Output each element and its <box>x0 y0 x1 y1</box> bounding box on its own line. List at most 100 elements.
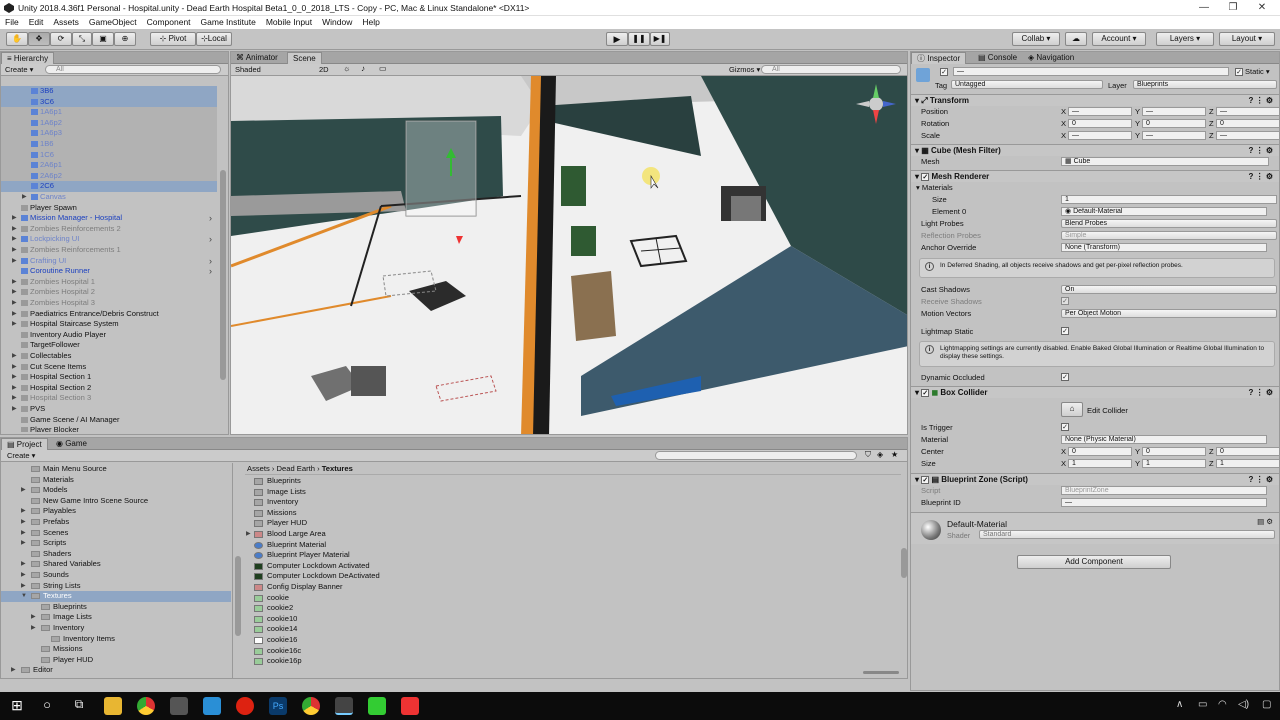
expand-arrow-icon[interactable]: ▶ <box>12 256 17 266</box>
mode-2d-button[interactable]: 2D <box>319 65 329 74</box>
project-file-item[interactable]: Player HUD <box>245 518 885 529</box>
files-scrollbar[interactable] <box>901 548 907 578</box>
expand-arrow-icon[interactable]: ▶ <box>21 581 26 591</box>
expand-arrow-icon[interactable]: ▶ <box>12 224 17 234</box>
menu-component[interactable]: Component <box>142 16 196 27</box>
object-name-field[interactable]: — <box>953 67 1229 76</box>
filter-type-icon[interactable]: ⛉ <box>865 450 871 460</box>
expand-arrow-icon[interactable]: ▶ <box>12 277 17 287</box>
pivot-toggle[interactable]: ⊹ Pivot <box>150 32 196 46</box>
hierarchy-item[interactable]: ▶ Hospital Section 3 <box>1 393 217 404</box>
project-folder-item[interactable]: Inventory Items <box>1 634 231 645</box>
scale-x-field[interactable]: — <box>1068 131 1132 140</box>
breadcrumb-textures[interactable]: Textures <box>322 464 353 473</box>
expand-arrow-icon[interactable]: ▶ <box>21 538 26 548</box>
hierarchy-item[interactable]: ▶ Hospital Staircase System <box>1 319 217 330</box>
project-file-item[interactable]: Computer Lockdown Activated <box>245 561 885 572</box>
menu-file[interactable]: File <box>0 16 24 27</box>
expand-arrow-icon[interactable]: ▶ <box>12 351 17 361</box>
expand-arrow-icon[interactable]: ▶ <box>12 234 17 244</box>
hierarchy-item[interactable]: 2A6p1 <box>1 160 217 171</box>
project-file-item[interactable]: Image Lists <box>245 487 885 498</box>
expand-arrow-icon[interactable]: ▶ <box>12 298 17 308</box>
hierarchy-item[interactable]: ▶ PVS <box>1 404 217 415</box>
hierarchy-item[interactable]: 1A6p2 <box>1 117 217 129</box>
layer-dropdown[interactable]: Blueprints <box>1133 80 1277 89</box>
project-file-item[interactable]: Blueprint Material <box>245 540 885 551</box>
recorder-icon[interactable] <box>401 697 419 715</box>
meshfilter-settings-icon[interactable]: ? ⋮ ⚙ <box>1248 145 1273 156</box>
hierarchy-item[interactable]: ▶ Mission Manager - Hospital › <box>1 213 217 224</box>
project-folder-item[interactable]: Missions <box>1 644 231 655</box>
scale-y-field[interactable]: — <box>1142 131 1206 140</box>
project-folder-item[interactable]: ▶ Image Lists <box>1 612 231 623</box>
active-checkbox[interactable]: ✓ <box>940 68 948 76</box>
expand-arrow-icon[interactable]: ▶ <box>12 319 17 329</box>
rotation-y-field[interactable]: 0 <box>1142 119 1206 128</box>
hierarchy-item[interactable]: Player Blocker <box>1 425 217 432</box>
hierarchy-item[interactable]: 2A6p2 <box>1 170 217 182</box>
expand-arrow-icon[interactable]: ▶ <box>12 213 17 223</box>
expand-arrow-icon[interactable]: ▶ <box>21 506 26 516</box>
menu-assets[interactable]: Assets <box>48 16 84 27</box>
collab-dropdown[interactable]: Collab ▾ <box>1012 32 1060 46</box>
script-field[interactable]: BlueprintZone <box>1061 486 1267 495</box>
mesh-field[interactable]: ▦ Cube <box>1061 157 1269 166</box>
tab-console[interactable]: ▤ Console <box>973 52 1022 64</box>
maximize-icon[interactable]: ❐ <box>1223 1 1243 14</box>
tab-animator[interactable]: ⌘ Animator <box>231 52 283 64</box>
expand-arrow-icon[interactable]: ▶ <box>12 393 17 403</box>
hierarchy-create-button[interactable]: Create ▾ <box>5 65 33 74</box>
project-file-item[interactable]: Missions <box>245 508 885 519</box>
expand-arrow-icon[interactable]: ▶ <box>12 362 17 372</box>
project-folder-item[interactable]: ▶ Sounds <box>1 570 231 581</box>
hierarchy-item[interactable]: Game Scene / AI Manager <box>1 415 217 426</box>
project-file-item[interactable]: cookie16 <box>245 635 885 646</box>
hierarchy-item[interactable]: ▶ Paediatrics Entrance/Debris Construct <box>1 309 217 320</box>
project-file-item[interactable]: cookie <box>245 593 885 604</box>
hierarchy-item[interactable]: ▶ Zombies Reinforcements 1 <box>1 245 217 256</box>
scene-viewport[interactable] <box>231 76 908 435</box>
expand-arrow-icon[interactable]: ▶ <box>21 559 26 569</box>
blueprint-zone-header[interactable]: ▾ ✓ ▤ Blueprint Zone (Script)? ⋮ ⚙ <box>911 473 1279 485</box>
static-dropdown[interactable]: Static ▾ <box>1245 67 1270 76</box>
expand-arrow-icon[interactable]: ▶ <box>12 287 17 297</box>
project-folder-item[interactable]: ▶ Playables <box>1 506 231 517</box>
project-folder-item[interactable]: Materials <box>1 475 231 486</box>
rotation-x-field[interactable]: 0 <box>1068 119 1132 128</box>
lighting-icon[interactable]: ☼ <box>343 64 350 73</box>
local-toggle[interactable]: ⊹Local <box>196 32 232 46</box>
reflection-probes-dropdown[interactable]: Simple <box>1061 231 1277 240</box>
hierarchy-item[interactable]: ▶ Zombies Reinforcements 2 <box>1 224 217 235</box>
menu-edit[interactable]: Edit <box>24 16 49 27</box>
tab-scene[interactable]: Scene <box>287 52 322 64</box>
project-folder-item[interactable]: ▼ Textures <box>1 591 231 602</box>
material-settings-icon[interactable]: ▤ ⚙ <box>1257 517 1273 526</box>
hierarchy-item[interactable]: ▶ Zombies Hospital 2 <box>1 287 217 298</box>
dynamic-occluded-checkbox[interactable]: ✓ <box>1061 373 1069 381</box>
file-explorer-icon[interactable] <box>104 697 122 715</box>
edit-collider-icon[interactable]: ⌂ <box>1061 402 1083 417</box>
blueprint-id-field[interactable]: — <box>1061 498 1267 507</box>
tab-hierarchy[interactable]: ≡ Hierarchy <box>1 52 55 64</box>
expand-arrow-icon[interactable]: ▶ <box>31 612 36 622</box>
expand-arrow-icon[interactable]: ▶ <box>12 372 17 382</box>
project-folder-item[interactable]: New Game Intro Scene Source <box>1 496 231 507</box>
materials-row[interactable]: ▾ Materials <box>916 182 1279 193</box>
breadcrumb-dead-earth[interactable]: Dead Earth <box>277 464 315 473</box>
favorite-star-icon[interactable]: ★ <box>891 450 898 459</box>
size-y-field[interactable]: 1 <box>1142 459 1206 468</box>
tray-arrow-icon[interactable]: ∧ <box>1176 699 1183 710</box>
project-folder-item[interactable]: Blueprints <box>1 602 231 613</box>
step-button[interactable]: ▶❚ <box>650 32 670 46</box>
hierarchy-item[interactable]: ▶ Hospital Section 1 <box>1 372 217 383</box>
meshfilter-header[interactable]: ▾ ▦ Cube (Mesh Filter)? ⋮ ⚙ <box>911 144 1279 156</box>
expand-arrow-icon[interactable]: ▶ <box>22 192 27 202</box>
project-folder-item[interactable]: ▶ Scripts <box>1 538 231 549</box>
hierarchy-item[interactable]: ▶ Canvas <box>1 192 217 203</box>
hierarchy-item[interactable]: ▶ Zombies Hospital 3 <box>1 298 217 309</box>
menu-window[interactable]: Window <box>317 16 357 27</box>
meshrenderer-settings-icon[interactable]: ? ⋮ ⚙ <box>1248 171 1273 182</box>
expand-arrow-icon[interactable]: ▶ <box>12 383 17 393</box>
battery-icon[interactable]: ▭ <box>1198 699 1207 710</box>
